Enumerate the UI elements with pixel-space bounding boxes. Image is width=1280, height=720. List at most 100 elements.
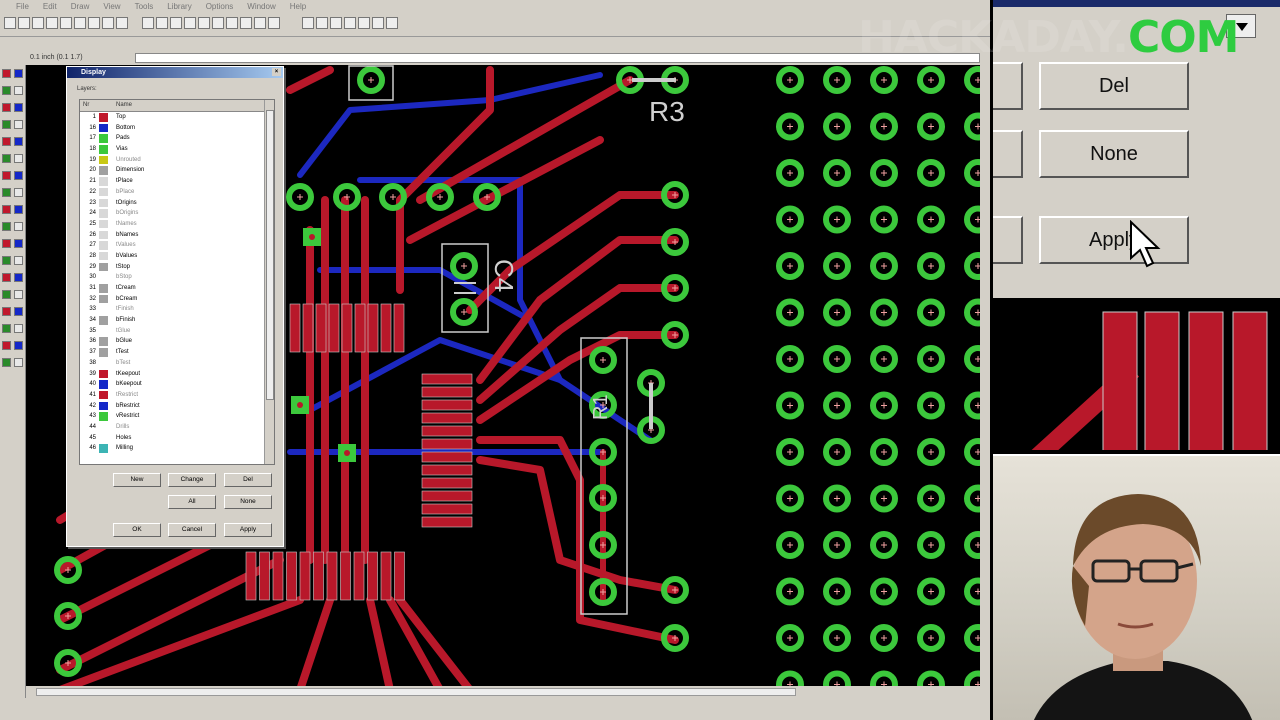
toolbar-button[interactable] — [344, 17, 356, 29]
toolbar-button[interactable] — [170, 17, 182, 29]
layer-row[interactable]: 19 Unrouted — [80, 155, 274, 166]
tool-button[interactable] — [14, 188, 23, 197]
all-button[interactable]: All — [168, 495, 216, 509]
tool-button[interactable] — [14, 171, 23, 180]
layer-row[interactable]: 37 tTest — [80, 347, 274, 358]
tool-button[interactable] — [2, 222, 11, 231]
menu-item[interactable]: Draw — [71, 2, 90, 11]
layer-row[interactable]: 40 bKeepout — [80, 379, 274, 390]
tool-button[interactable] — [14, 290, 23, 299]
toolbar-button[interactable] — [18, 17, 30, 29]
tool-button[interactable] — [2, 188, 11, 197]
tool-button[interactable] — [14, 86, 23, 95]
tool-button[interactable] — [2, 69, 11, 78]
menu-item[interactable]: Edit — [43, 2, 57, 11]
tool-button[interactable] — [2, 341, 11, 350]
tool-button[interactable] — [2, 120, 11, 129]
toolbar-button[interactable] — [60, 17, 72, 29]
toolbar-button[interactable] — [198, 17, 210, 29]
toolbar-button[interactable] — [46, 17, 58, 29]
tool-button[interactable] — [2, 137, 11, 146]
apply-button[interactable]: Apply — [224, 523, 272, 537]
tool-button[interactable] — [2, 256, 11, 265]
menu-item[interactable]: Help — [290, 2, 306, 11]
toolbar-button[interactable] — [116, 17, 128, 29]
layer-row[interactable]: 39 tKeepout — [80, 369, 274, 380]
menu-item[interactable]: Window — [247, 2, 275, 11]
layer-row[interactable]: 32 bCream — [80, 294, 274, 305]
toolbar-button[interactable] — [102, 17, 114, 29]
layer-row[interactable]: 41 tRestrict — [80, 390, 274, 401]
tool-button[interactable] — [2, 86, 11, 95]
tool-button[interactable] — [14, 103, 23, 112]
tool-button[interactable] — [2, 273, 11, 282]
toolbar-button[interactable] — [88, 17, 100, 29]
layer-row[interactable]: 17 Pads — [80, 133, 274, 144]
del-button[interactable]: Del — [224, 473, 272, 487]
toolbar-button[interactable] — [240, 17, 252, 29]
tool-button[interactable] — [14, 307, 23, 316]
zoom-edge-button[interactable] — [993, 216, 1023, 264]
toolbar-button[interactable] — [268, 17, 280, 29]
horizontal-scrollbar[interactable] — [26, 686, 980, 698]
tool-button[interactable] — [2, 239, 11, 248]
toolbar-button[interactable] — [74, 17, 86, 29]
tool-button[interactable] — [2, 290, 11, 299]
cancel-button[interactable]: Cancel — [168, 523, 216, 537]
toolbar-button[interactable] — [32, 17, 44, 29]
close-icon[interactable]: × — [272, 68, 281, 76]
toolbar-button[interactable] — [254, 17, 266, 29]
tool-button[interactable] — [2, 205, 11, 214]
menu-item[interactable]: Options — [206, 2, 234, 11]
layer-row[interactable]: 18 Vias — [80, 144, 274, 155]
zoom-edge-button[interactable] — [993, 62, 1023, 110]
toolbar-button[interactable] — [184, 17, 196, 29]
toolbar-button[interactable] — [358, 17, 370, 29]
toolbar-button[interactable] — [386, 17, 398, 29]
change-button[interactable]: Change — [168, 473, 216, 487]
zoom-apply-button[interactable]: Apply — [1039, 216, 1189, 264]
toolbar-button[interactable] — [302, 17, 314, 29]
tool-button[interactable] — [14, 154, 23, 163]
toolbar-button[interactable] — [4, 17, 16, 29]
new-button[interactable]: New — [113, 473, 161, 487]
toolbar-button[interactable] — [372, 17, 384, 29]
ok-button[interactable]: OK — [113, 523, 161, 537]
toolbar-button[interactable] — [156, 17, 168, 29]
tool-button[interactable] — [14, 341, 23, 350]
tool-button[interactable] — [14, 120, 23, 129]
layer-row[interactable]: 20 Dimension — [80, 165, 274, 176]
toolbar-button[interactable] — [316, 17, 328, 29]
vertical-scrollbar[interactable] — [980, 51, 990, 698]
layer-row[interactable]: 35 tGlue — [80, 326, 274, 337]
zoom-del-button[interactable]: Del — [1039, 62, 1189, 110]
tool-button[interactable] — [2, 358, 11, 367]
layer-row[interactable]: 1 Top — [80, 112, 274, 123]
menu-item[interactable]: View — [103, 2, 120, 11]
column-name[interactable]: Name — [116, 102, 132, 108]
toolbar-button[interactable] — [212, 17, 224, 29]
menu-item[interactable]: Library — [167, 2, 191, 11]
layer-row[interactable]: 34 bFinish — [80, 315, 274, 326]
tool-button[interactable] — [14, 358, 23, 367]
tool-button[interactable] — [14, 256, 23, 265]
menu-item[interactable]: Tools — [135, 2, 154, 11]
scroll-thumb[interactable] — [266, 110, 274, 400]
layer-row[interactable]: 23 tOrigins — [80, 198, 274, 209]
command-input[interactable] — [135, 53, 980, 63]
layer-row[interactable]: 30 bStop — [80, 272, 274, 283]
tool-button[interactable] — [2, 154, 11, 163]
tool-button[interactable] — [14, 273, 23, 282]
layer-row[interactable]: 21 tPlace — [80, 176, 274, 187]
tool-button[interactable] — [14, 137, 23, 146]
layer-row[interactable]: 46 Milling — [80, 443, 274, 454]
tool-button[interactable] — [14, 205, 23, 214]
layer-row[interactable]: 38 bTest — [80, 358, 274, 369]
tool-button[interactable] — [14, 324, 23, 333]
layer-row[interactable]: 27 tValues — [80, 240, 274, 251]
tool-button[interactable] — [2, 171, 11, 180]
layer-row[interactable]: 22 bPlace — [80, 187, 274, 198]
menu-item[interactable]: File — [16, 2, 29, 11]
layer-list[interactable]: Nr Name 1 Top 16 Bottom 17 Pads 18 Vias 19 Unrout… — [79, 99, 275, 465]
tool-button[interactable] — [2, 103, 11, 112]
